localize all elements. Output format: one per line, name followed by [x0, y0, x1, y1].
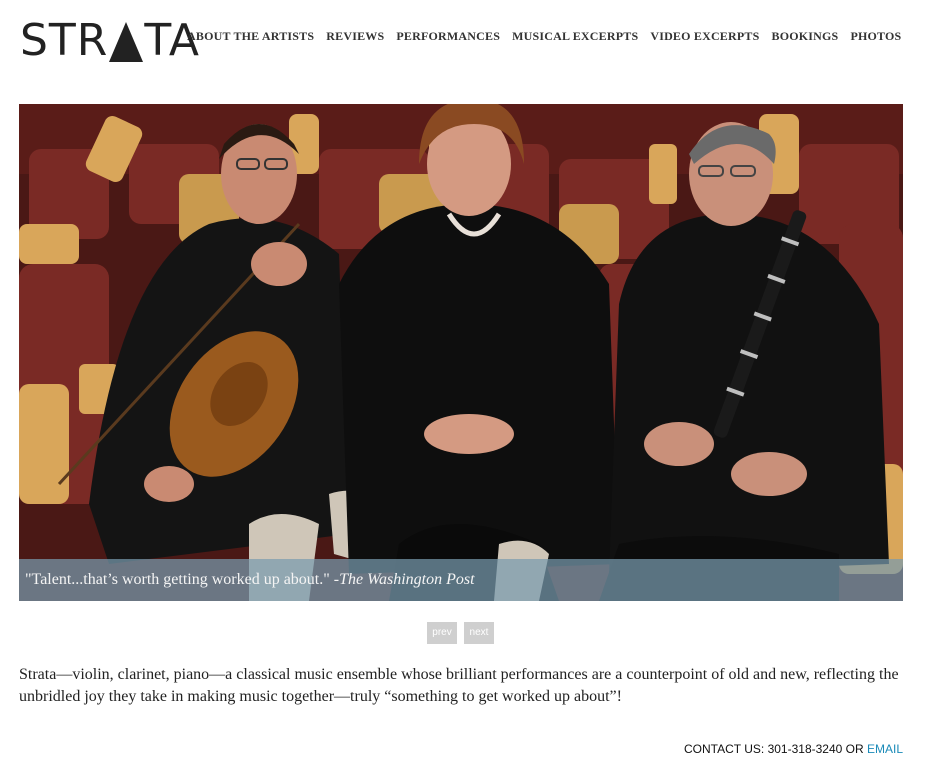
email-link[interactable]: EMAIL — [867, 742, 903, 756]
strata-logo[interactable]: STR TA — [20, 16, 200, 66]
quote-caption-bar: "Talent...that’s worth getting worked up… — [19, 559, 903, 601]
ensemble-photo — [19, 104, 903, 601]
quote-source: The Washington Post — [339, 571, 475, 588]
quote-caption: "Talent...that’s worth getting worked up… — [25, 571, 475, 589]
logo-triangle-icon — [109, 22, 144, 62]
quote-text: "Talent...that’s worth getting worked up… — [25, 571, 340, 588]
nav-bookings[interactable]: BOOKINGS — [771, 28, 838, 44]
nav-photos[interactable]: PHOTOS — [850, 28, 901, 44]
next-button[interactable]: next — [464, 622, 494, 644]
site-header: STR TA ABOUT THE ARTISTS REVIEWS PERFORM… — [0, 0, 925, 80]
main-nav: ABOUT THE ARTISTS REVIEWS PERFORMANCES M… — [187, 28, 913, 44]
logo-text-left: STR — [20, 15, 109, 66]
contact-phone: CONTACT US: 301-318-3240 OR — [684, 742, 867, 756]
contact-line: CONTACT US: 301-318-3240 OR EMAIL — [684, 742, 903, 756]
nav-performances[interactable]: PERFORMANCES — [396, 28, 500, 44]
nav-reviews[interactable]: REVIEWS — [326, 28, 384, 44]
nav-video-excerpts[interactable]: VIDEO EXCERPTS — [650, 28, 759, 44]
nav-musical-excerpts[interactable]: MUSICAL EXCERPTS — [512, 28, 638, 44]
prev-button[interactable]: prev — [427, 622, 457, 644]
intro-paragraph: Strata—violin, clarinet, piano—a classic… — [19, 666, 899, 705]
slideshow-pager: prev next — [427, 622, 494, 644]
hero-slideshow: "Talent...that’s worth getting worked up… — [19, 104, 903, 601]
nav-about-the-artists[interactable]: ABOUT THE ARTISTS — [187, 28, 314, 44]
